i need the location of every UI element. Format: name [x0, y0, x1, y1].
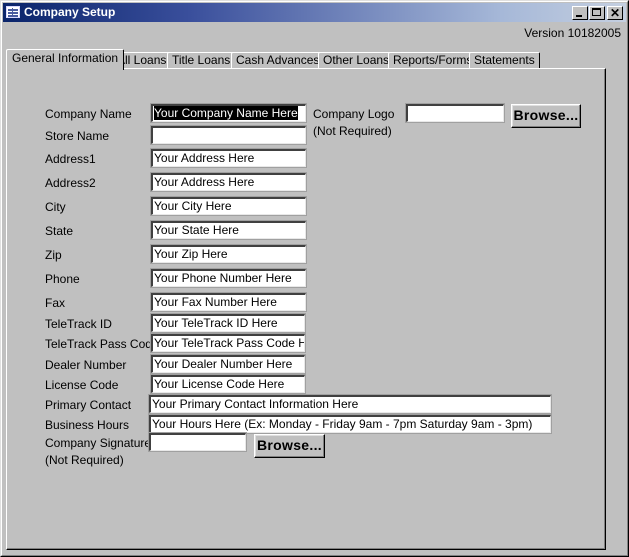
- company-logo-note: (Not Required): [313, 124, 392, 138]
- tab-title-loans[interactable]: Title Loans: [167, 52, 236, 69]
- state-field[interactable]: Your State Here: [150, 220, 307, 240]
- minimize-icon: [576, 15, 582, 17]
- fax-label: Fax: [45, 296, 66, 310]
- signature-browse-button[interactable]: Browse...: [254, 434, 325, 458]
- tab-cash-advances[interactable]: Cash Advances: [231, 52, 325, 69]
- dealer-number-field[interactable]: Your Dealer Number Here: [150, 354, 306, 374]
- primary-contact-label: Primary Contact: [45, 398, 132, 412]
- company-logo-field[interactable]: [405, 103, 505, 123]
- company-logo-label: Company Logo: [313, 107, 395, 121]
- license-code-field[interactable]: Your License Code Here: [150, 374, 306, 394]
- address2-field[interactable]: Your Address Here: [150, 172, 307, 192]
- teletrack-id-label: TeleTrack ID: [45, 317, 112, 331]
- company-signature-label: Company Signature: [45, 436, 152, 450]
- store-name-field[interactable]: [150, 125, 307, 145]
- city-field[interactable]: Your City Here: [150, 196, 307, 216]
- company-name-label: Company Name: [45, 107, 132, 121]
- phone-label: Phone: [45, 272, 80, 286]
- teletrack-pass-code-field[interactable]: Your TeleTrack Pass Code Her: [150, 333, 306, 353]
- close-button[interactable]: ✕: [607, 6, 623, 20]
- primary-contact-field[interactable]: Your Primary Contact Information Here: [148, 394, 552, 414]
- close-icon: ✕: [609, 6, 621, 20]
- address1-label: Address1: [45, 152, 96, 166]
- state-label: State: [45, 224, 74, 238]
- teletrack-id-field[interactable]: Your TeleTrack ID Here: [150, 313, 306, 333]
- tab-reports-forms[interactable]: Reports/Forms: [388, 52, 478, 69]
- address1-field[interactable]: Your Address Here: [150, 148, 307, 168]
- address2-label: Address2: [45, 176, 96, 190]
- zip-label: Zip: [45, 248, 62, 262]
- minimize-button[interactable]: [572, 6, 588, 20]
- title-bar[interactable]: Company Setup ✕: [3, 3, 626, 22]
- fax-field[interactable]: Your Fax Number Here: [150, 292, 307, 312]
- company-name-field[interactable]: Your Company Name Here: [150, 103, 307, 123]
- store-name-label: Store Name: [45, 129, 110, 143]
- version-label: Version 10182005: [524, 26, 621, 40]
- tab-other-loans[interactable]: Other Loans: [318, 52, 395, 69]
- company-signature-note: (Not Required): [45, 453, 124, 467]
- tab-statements[interactable]: Statements: [469, 52, 540, 69]
- business-hours-label: Business Hours: [45, 418, 130, 432]
- form-icon: [6, 6, 20, 18]
- tab-general-information[interactable]: General Information: [6, 49, 125, 70]
- phone-field[interactable]: Your Phone Number Here: [150, 268, 307, 288]
- zip-field[interactable]: Your Zip Here: [150, 244, 307, 264]
- city-label: City: [45, 200, 66, 214]
- window-title: Company Setup: [24, 5, 116, 19]
- license-code-label: License Code: [45, 378, 119, 392]
- logo-browse-button[interactable]: Browse...: [511, 104, 581, 128]
- teletrack-pass-code-label: TeleTrack Pass Code: [45, 337, 159, 351]
- company-signature-field[interactable]: [148, 432, 247, 452]
- maximize-button[interactable]: [589, 6, 605, 20]
- business-hours-field[interactable]: Your Hours Here (Ex: Monday - Friday 9am…: [148, 414, 552, 434]
- company-setup-window: Company Setup ✕ Version 10182005 General…: [0, 0, 629, 557]
- maximize-icon: [592, 8, 601, 16]
- dealer-number-label: Dealer Number: [45, 358, 127, 372]
